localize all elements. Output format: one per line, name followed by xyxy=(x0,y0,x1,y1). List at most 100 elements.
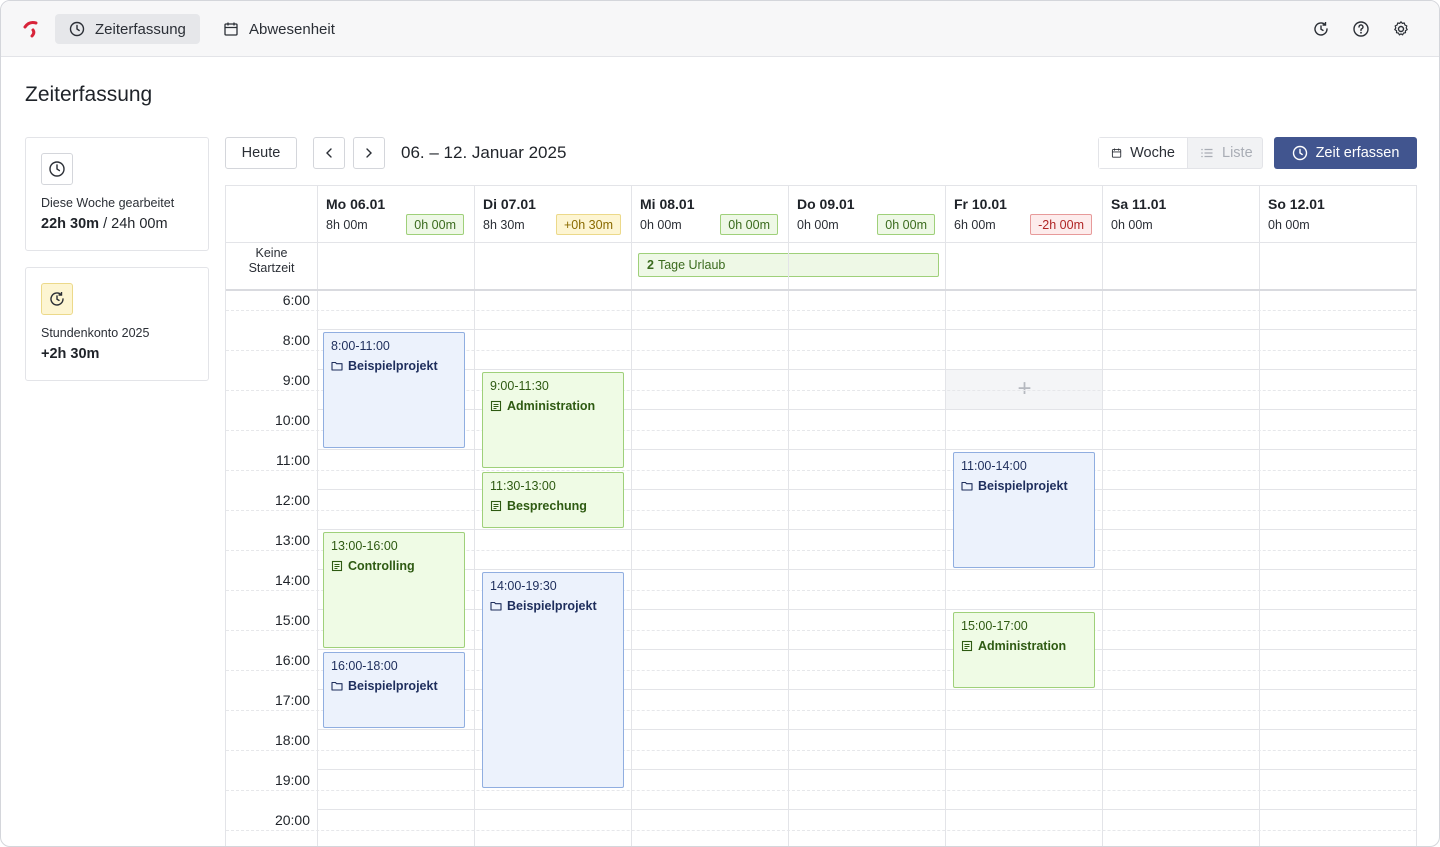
prev-week-button[interactable] xyxy=(313,137,345,169)
entry-project: Controlling xyxy=(331,559,457,573)
entry-time: 14:00-19:30 xyxy=(490,579,557,593)
entry-time: 8:00-11:00 xyxy=(331,339,390,353)
task-icon xyxy=(961,640,973,652)
entry-project-name: Beispielprojekt xyxy=(348,679,438,693)
page-title: Zeiterfassung xyxy=(25,83,153,106)
entry-time: 15:00-17:00 xyxy=(961,619,1028,633)
help-icon[interactable] xyxy=(1352,20,1370,38)
day-header-name: Sa 11.01 xyxy=(1111,196,1167,212)
view-list-button[interactable]: Liste xyxy=(1188,138,1265,168)
chevron-right-icon xyxy=(366,148,372,158)
day-balance-badge: 0h 00m xyxy=(720,214,778,235)
stat-value: 22h 30m / 24h 00m xyxy=(41,216,168,232)
vacation-count: 2 xyxy=(647,258,654,272)
top-nav: Zeiterfassung Abwesenheit xyxy=(1,1,1439,57)
entry-project: Beispielprojekt xyxy=(331,359,457,373)
task-icon xyxy=(331,560,343,572)
time-entry[interactable]: 8:00-11:00 Beispielprojekt xyxy=(323,332,465,448)
hour-line xyxy=(317,329,1416,330)
entry-time: 11:00-14:00 xyxy=(961,459,1027,473)
entry-project-name: Administration xyxy=(507,399,596,413)
hour-line xyxy=(317,809,1416,810)
time-entry[interactable]: 15:00-17:00 Administration xyxy=(953,612,1095,688)
day-balance-badge: 0h 00m xyxy=(877,214,935,235)
folder-icon xyxy=(331,681,343,691)
next-week-button[interactable] xyxy=(353,137,385,169)
settings-icon[interactable] xyxy=(1392,20,1410,38)
no-start-time-label: Keine Startzeit xyxy=(248,246,295,275)
chevron-left-icon xyxy=(326,148,332,158)
today-button[interactable]: Heute xyxy=(225,137,297,169)
stat-value: +2h 30m xyxy=(41,346,100,362)
hour-label: 18:00 xyxy=(274,732,310,748)
day-header-hours: 0h 00m xyxy=(797,218,839,232)
day-header-hours: 8h 00m xyxy=(326,218,368,232)
column-divider xyxy=(788,186,789,846)
task-icon xyxy=(490,500,502,512)
tab-zeiterfassung[interactable]: Zeiterfassung xyxy=(55,14,200,44)
day-header-hours: 0h 00m xyxy=(1268,218,1310,232)
app-logo xyxy=(23,21,38,38)
hour-label: 8:00 xyxy=(282,332,310,348)
entry-time: 16:00-18:00 xyxy=(331,659,398,673)
hour-label: 10:00 xyxy=(274,412,310,428)
hour-label: 15:00 xyxy=(274,612,310,628)
folder-icon xyxy=(331,361,343,371)
time-entry[interactable]: 9:00-11:30 Administration xyxy=(482,372,624,468)
day-header-hours: 6h 00m xyxy=(954,218,996,232)
half-hour-line xyxy=(226,310,1416,311)
hour-label: 12:00 xyxy=(274,492,310,508)
header-divider xyxy=(226,242,1416,243)
half-hour-line xyxy=(226,510,1416,511)
time-entry[interactable]: 14:00-19:30 Beispielprojekt xyxy=(482,572,624,788)
entry-project-name: Administration xyxy=(978,639,1067,653)
history-icon[interactable] xyxy=(1312,20,1330,38)
time-entry[interactable]: 11:30-13:00 Besprechung xyxy=(482,472,624,528)
time-entry[interactable]: 13:00-16:00 Controlling xyxy=(323,532,465,648)
hour-label: 20:00 xyxy=(274,812,310,828)
day-balance-badge: 0h 00m xyxy=(406,214,464,235)
stat-icon-box xyxy=(41,283,73,315)
day-header-hours: 0h 00m xyxy=(640,218,682,232)
clock-icon xyxy=(69,21,85,37)
entry-time: 9:00-11:30 xyxy=(490,379,549,393)
add-time-label: Zeit erfassen xyxy=(1315,145,1400,161)
hour-line xyxy=(317,369,1416,370)
hour-label: 17:00 xyxy=(274,692,310,708)
tab-abwesenheit[interactable]: Abwesenheit xyxy=(209,14,349,44)
stat-card-balance: Stundenkonto 2025 +2h 30m xyxy=(25,267,209,381)
half-hour-line xyxy=(226,750,1416,751)
column-divider xyxy=(474,186,475,846)
column-divider xyxy=(1102,186,1103,846)
calendar-icon xyxy=(224,22,238,36)
column-divider xyxy=(1259,186,1260,846)
vacation-text: Tage Urlaub xyxy=(657,258,726,272)
time-entry[interactable]: 11:00-14:00 Beispielprojekt xyxy=(953,452,1095,568)
date-range-label: 06. – 12. Januar 2025 xyxy=(401,143,567,162)
entry-project-name: Beispielprojekt xyxy=(507,599,597,613)
day-header-name: Do 09.01 xyxy=(797,196,855,212)
hour-label: 19:00 xyxy=(274,772,310,788)
column-divider xyxy=(317,186,318,846)
add-time-button[interactable]: Zeit erfassen xyxy=(1274,137,1417,169)
hour-label: 9:00 xyxy=(282,372,310,388)
hour-label: 14:00 xyxy=(274,572,310,588)
hour-line xyxy=(317,529,1416,530)
add-entry-slot[interactable]: + xyxy=(946,369,1103,409)
list-icon xyxy=(1201,148,1213,158)
hour-label: 6:00 xyxy=(282,292,310,308)
all-day-divider xyxy=(226,289,1416,291)
clock-icon xyxy=(49,161,65,177)
entry-project-name: Controlling xyxy=(348,559,415,573)
entry-time: 13:00-16:00 xyxy=(331,539,398,553)
day-header-name: Fr 10.01 xyxy=(954,196,1007,212)
column-divider xyxy=(631,186,632,846)
time-entry[interactable]: 16:00-18:00 Beispielprojekt xyxy=(323,652,465,728)
stat-card-week: Diese Woche gearbeitet 22h 30m / 24h 00m xyxy=(25,137,209,251)
view-week-button[interactable]: Woche xyxy=(1099,138,1188,168)
calendar-icon xyxy=(1111,148,1122,158)
hour-label: 16:00 xyxy=(274,652,310,668)
hour-line xyxy=(317,569,1416,570)
folder-icon xyxy=(961,481,973,491)
day-header-name: Mi 08.01 xyxy=(640,196,695,212)
